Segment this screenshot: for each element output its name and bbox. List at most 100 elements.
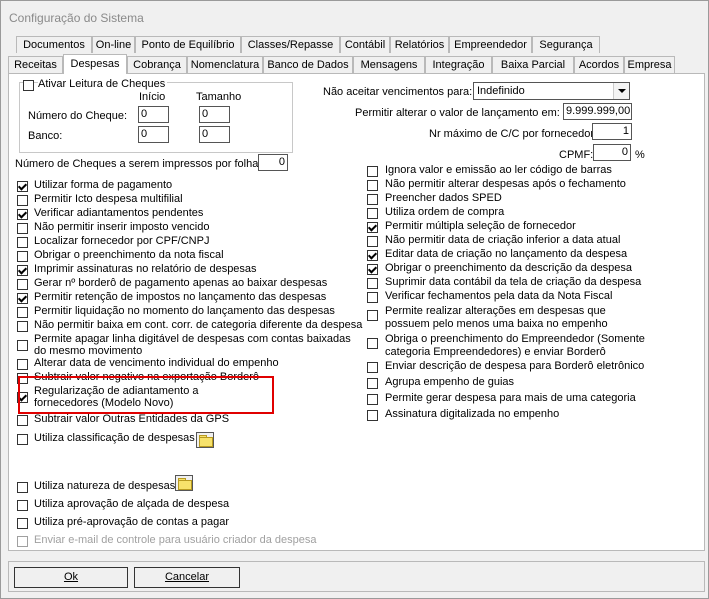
right-option-checkbox[interactable] <box>367 310 378 321</box>
numero-cheque-label: Número do Cheque: <box>28 110 128 122</box>
right-option-checkbox[interactable] <box>367 378 378 389</box>
tab-baixa-parcial[interactable]: Baixa Parcial <box>492 56 574 73</box>
right-option-checkbox[interactable] <box>367 236 378 247</box>
left-option-label: Verificar adiantamentos pendentes <box>34 207 204 219</box>
left-option-checkbox[interactable] <box>17 237 28 248</box>
ativar-cheques-checkbox[interactable] <box>23 80 34 91</box>
left-option-label: Não permitir inserir imposto vencido <box>34 221 210 233</box>
left-option-checkbox[interactable] <box>17 321 28 332</box>
right-option-label: Ignora valor e emissão ao ler código de … <box>385 164 612 176</box>
left-option-label: Alterar data de vencimento individual do… <box>34 357 279 369</box>
left-option-checkbox[interactable] <box>17 307 28 318</box>
right-option-checkbox[interactable] <box>367 410 378 421</box>
tab-seguran-a[interactable]: Segurança <box>532 36 600 53</box>
ok-button-label: Ok <box>63 571 79 583</box>
tab-banco-de-dados[interactable]: Banco de Dados <box>263 56 353 73</box>
right-option-checkbox[interactable] <box>367 264 378 275</box>
vencimentos-value: Indefinido <box>477 85 525 97</box>
left-option-checkbox[interactable] <box>17 518 28 529</box>
right-option-checkbox[interactable] <box>367 180 378 191</box>
chevron-down-icon[interactable] <box>613 83 629 99</box>
alterar-valor-input[interactable]: 9.999.999,00 <box>563 103 632 120</box>
tab-acordos[interactable]: Acordos <box>574 56 624 73</box>
left-option-label: Gerar nº borderô de pagamento apenas ao … <box>34 277 328 289</box>
right-option-label: Preencher dados SPED <box>385 192 502 204</box>
cpmf-unit: % <box>635 149 645 161</box>
tab-documentos[interactable]: Documentos <box>16 36 92 53</box>
right-option-checkbox[interactable] <box>367 222 378 233</box>
right-option-checkbox[interactable] <box>367 394 378 405</box>
max-cc-input[interactable]: 1 <box>592 123 632 140</box>
left-option-checkbox[interactable] <box>17 415 28 426</box>
left-option-label: Utiliza pré-aprovação de contas a pagar <box>34 516 230 528</box>
vencimentos-select[interactable]: Indefinido <box>473 82 630 100</box>
right-option-checkbox[interactable] <box>367 278 378 289</box>
banco-tamanho-input[interactable]: 0 <box>199 126 230 143</box>
left-option-label: Enviar e-mail de controle para usuário c… <box>34 534 317 546</box>
right-option-checkbox[interactable] <box>367 362 378 373</box>
left-option-checkbox[interactable] <box>17 265 28 276</box>
tab-classes-repasse[interactable]: Classes/Repasse <box>241 36 340 53</box>
tab-nomenclatura[interactable]: Nomenclatura <box>187 56 263 73</box>
tab-mensagens[interactable]: Mensagens <box>353 56 425 73</box>
numero-inicio-input[interactable]: 0 <box>138 106 169 123</box>
right-option-label: Editar data de criação no lançamento da … <box>385 248 628 260</box>
left-option-label: Imprimir assinaturas no relatório de des… <box>34 263 257 275</box>
left-option-checkbox[interactable] <box>17 536 28 547</box>
left-option-label: Permitir Icto despesa multifilial <box>34 193 183 205</box>
left-option-checkbox[interactable] <box>17 482 28 493</box>
left-option-checkbox[interactable] <box>17 279 28 290</box>
left-option-checkbox[interactable] <box>17 293 28 304</box>
left-option-label: Utiliza aprovação de alçada de despesa <box>34 498 230 510</box>
vencimentos-label: Não aceitar vencimentos para: <box>323 86 473 98</box>
left-option-label: Utiliza classificação de despesas <box>34 432 195 444</box>
tab-relat-rios[interactable]: Relatórios <box>390 36 449 53</box>
right-option-label: Verificar fechamentos pela data da Nota … <box>385 290 613 302</box>
right-option-checkbox[interactable] <box>367 250 378 261</box>
right-option-label: Não permitir alterar despesas após o fec… <box>385 178 626 190</box>
folder-icon[interactable] <box>196 432 214 448</box>
left-option-checkbox[interactable] <box>17 195 28 206</box>
cheques-por-folha-input[interactable]: 0 <box>258 154 288 171</box>
tab-cont-bil[interactable]: Contábil <box>340 36 390 53</box>
window-title: Configuração do Sistema <box>9 11 144 25</box>
left-option-label: Permitir retenção de impostos no lançame… <box>34 291 327 303</box>
left-option-checkbox[interactable] <box>17 251 28 262</box>
banco-inicio-input[interactable]: 0 <box>138 126 169 143</box>
right-option-checkbox[interactable] <box>367 208 378 219</box>
left-option-label: Obrigar o preenchimento da nota fiscal <box>34 249 224 261</box>
cheques-por-folha-label: Número de Cheques a serem impressos por … <box>15 158 262 170</box>
tab-cobran-a[interactable]: Cobrança <box>127 56 187 73</box>
left-option-label: Localizar fornecedor por CPF/CNPJ <box>34 235 210 247</box>
folder-icon[interactable] <box>175 475 193 491</box>
tab-empresa[interactable]: Empresa <box>624 56 675 73</box>
right-option-checkbox[interactable] <box>367 194 378 205</box>
tab-receitas[interactable]: Receitas <box>8 56 63 73</box>
cancel-button[interactable]: Cancelar <box>134 567 240 588</box>
left-option-label: Permite apagar linha digitável de despes… <box>34 333 351 357</box>
numero-tamanho-input[interactable]: 0 <box>199 106 230 123</box>
left-option-checkbox[interactable] <box>17 434 28 445</box>
tab-on-line[interactable]: On-line <box>92 36 135 53</box>
left-option-label: Permitir liquidação no momento do lançam… <box>34 305 335 317</box>
left-option-checkbox[interactable] <box>17 223 28 234</box>
tab-ponto-de-equil-brio[interactable]: Ponto de Equilíbrio <box>135 36 241 53</box>
ok-button[interactable]: Ok <box>14 567 128 588</box>
left-option-checkbox[interactable] <box>17 181 28 192</box>
right-option-checkbox[interactable] <box>367 338 378 349</box>
left-option-checkbox[interactable] <box>17 340 28 351</box>
left-option-checkbox[interactable] <box>17 359 28 370</box>
right-option-label: Assinatura digitalizada no empenho <box>385 408 560 420</box>
left-option-label: Utiliza natureza de despesas <box>34 480 176 492</box>
right-option-label: Obriga o preenchimento do Empreendedor (… <box>385 333 645 358</box>
right-option-checkbox[interactable] <box>367 292 378 303</box>
ativar-cheques-label: Ativar Leitura de Cheques <box>38 78 168 90</box>
tab-empreendedor[interactable]: Empreendedor <box>449 36 532 53</box>
right-option-checkbox[interactable] <box>367 166 378 177</box>
tab-integra-o[interactable]: Integração <box>425 56 492 73</box>
tab-despesas[interactable]: Despesas <box>63 54 127 74</box>
cpmf-input[interactable]: 0 <box>593 144 631 161</box>
left-option-label: Não permitir baixa em cont. corr. de cat… <box>34 319 363 331</box>
left-option-checkbox[interactable] <box>17 209 28 220</box>
left-option-checkbox[interactable] <box>17 500 28 511</box>
